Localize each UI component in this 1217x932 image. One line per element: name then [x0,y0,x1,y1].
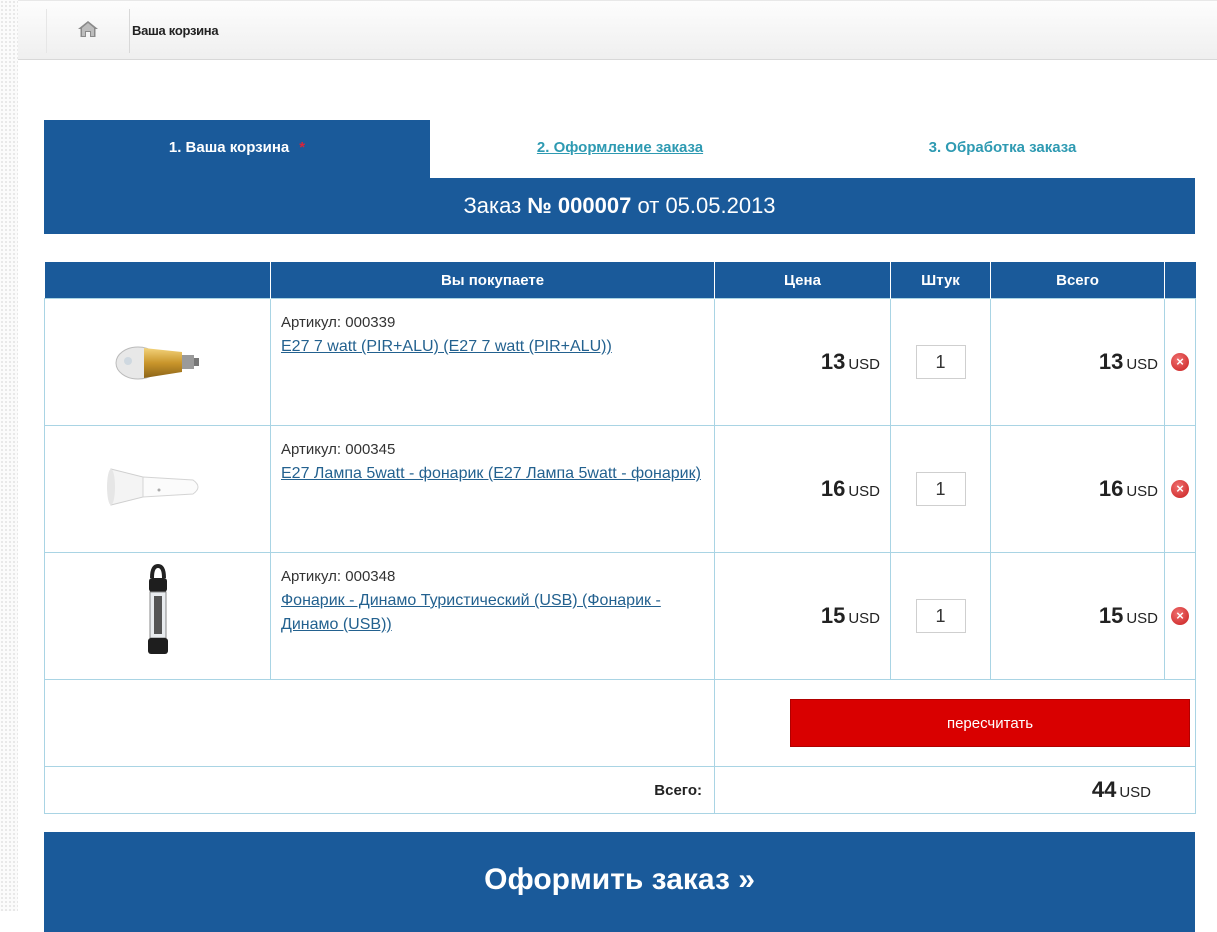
order-date-prefix: от [637,193,660,218]
sum-label: Всего: [44,766,715,814]
product-info-cell: Артикул: 000345 E27 Лампа 5watt - фонари… [270,425,715,553]
order-date: 05.05.2013 [665,193,776,218]
recalc-cell: пересчитать [714,679,1196,767]
quantity-cell [890,425,991,553]
recalc-row: пересчитать [44,679,1196,767]
left-decoration [0,0,18,911]
product-info-cell: Артикул: 000348 Фонарик - Динамо Туристи… [270,552,715,680]
price-value: 16 [820,476,846,501]
recalc-empty-cell [44,679,715,767]
tab-processing[interactable]: 3. Обработка заказа [810,120,1195,178]
product-link[interactable]: Фонарик - Динамо Туристический (USB) (Фо… [281,592,661,633]
price-value: 13 [820,349,846,374]
product-image-cell [44,552,271,680]
table-row: Артикул: 000339 E27 7 watt (PIR+ALU) (E2… [44,298,1196,426]
total-cell: 15 USD [990,552,1165,680]
checkout-steps: 1. Ваша корзина * 2. Оформление заказа 3.… [44,120,1195,178]
quantity-cell [890,298,991,426]
table-row: Артикул: 000345 E27 Лампа 5watt - фонари… [44,425,1196,553]
sum-value: 44 [1091,777,1117,802]
product-link[interactable]: E27 7 watt (PIR+ALU) (E27 7 watt (PIR+AL… [281,338,612,355]
header-remove [1164,262,1196,299]
product-image-cell [44,298,271,426]
order-header: Заказ № 000007 от 05.05.2013 [44,178,1195,234]
header-image [44,262,271,299]
product-sku: Артикул: 000348 [281,568,396,585]
cart-table: Вы покупаете Цена Штук Всего Артикул: 00… [44,262,1196,814]
price-value: 15 [820,603,846,628]
recalculate-button[interactable]: пересчитать [790,699,1190,747]
sum-row: Всего: 44 USD [44,766,1196,814]
order-prefix: Заказ [463,193,522,218]
price-cell: 16 USD [714,425,891,553]
order-number: № 000007 [527,193,632,218]
product-info-cell: Артикул: 000339 E27 7 watt (PIR+ALU) (E2… [270,298,715,426]
home-link[interactable] [46,9,130,53]
breadcrumb-current: Ваша корзина [132,23,219,38]
total-currency: USD [1126,610,1158,627]
price-cell: 15 USD [714,552,891,680]
product-link[interactable]: E27 Лампа 5watt - фонарик (E27 Лампа 5wa… [281,465,701,482]
sum-value-cell: 44 USD [714,766,1196,814]
breadcrumb: Ваша корзина [18,0,1217,60]
remove-cell: × [1164,425,1196,553]
total-cell: 16 USD [990,425,1165,553]
tab-cart-label: 1. Ваша корзина [168,139,290,156]
remove-icon[interactable]: × [1171,353,1189,371]
table-header-row: Вы покупаете Цена Штук Всего [44,262,1196,299]
gold-bulb-image[interactable] [108,346,208,394]
price-currency: USD [848,483,880,500]
product-sku: Артикул: 000345 [281,441,396,458]
header-total: Всего [990,262,1165,299]
table-row: Артикул: 000348 Фонарик - Динамо Туристи… [44,552,1196,680]
product-sku: Артикул: 000339 [281,314,396,331]
checkout-button[interactable]: Оформить заказ » [44,832,1195,932]
white-flashlight-image[interactable] [103,468,213,521]
total-value: 15 [1098,603,1124,628]
remove-icon[interactable]: × [1171,607,1189,625]
header-quantity: Штук [890,262,991,299]
total-value: 13 [1098,349,1124,374]
header-price: Цена [714,262,891,299]
total-currency: USD [1126,483,1158,500]
remove-icon[interactable]: × [1171,480,1189,498]
quantity-input[interactable] [915,472,966,506]
quantity-input[interactable] [915,345,966,379]
home-icon [77,20,99,43]
price-currency: USD [848,610,880,627]
total-cell: 13 USD [990,298,1165,426]
sum-currency: USD [1119,784,1151,801]
remove-cell: × [1164,552,1196,680]
dynamo-lantern-image[interactable] [138,563,178,668]
quantity-input[interactable] [915,599,966,633]
total-value: 16 [1098,476,1124,501]
quantity-cell [890,552,991,680]
tab-checkout[interactable]: 2. Оформление заказа [430,120,810,178]
price-cell: 13 USD [714,298,891,426]
total-currency: USD [1126,356,1158,373]
header-product: Вы покупаете [270,262,715,299]
price-currency: USD [848,356,880,373]
product-image-cell [44,425,271,553]
required-marker: * [299,139,306,156]
tab-cart[interactable]: 1. Ваша корзина * [44,120,430,178]
remove-cell: × [1164,298,1196,426]
